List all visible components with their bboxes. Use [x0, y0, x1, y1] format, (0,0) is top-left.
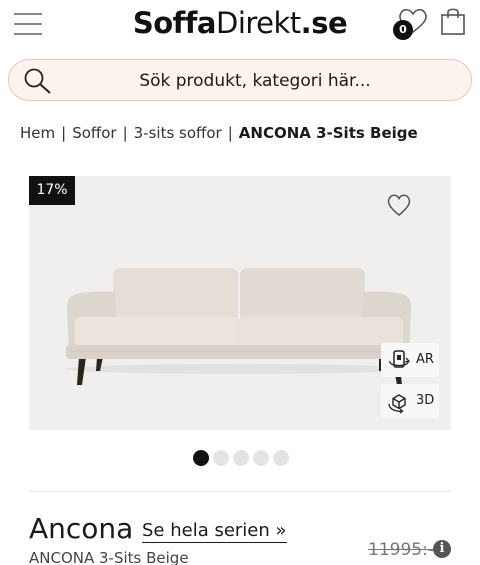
3d-cube-icon — [388, 394, 406, 414]
3d-view-button[interactable]: 3D — [381, 384, 439, 418]
favorite-heart-icon[interactable] — [386, 193, 412, 217]
cart-button[interactable] — [439, 6, 467, 36]
wishlist-count-badge: 0 — [393, 20, 413, 40]
carousel-dot[interactable] — [193, 450, 209, 466]
section-divider — [29, 491, 451, 492]
site-header: SoffaDirekt.se 0 — [0, 0, 480, 50]
breadcrumb-current: ANCONA 3-Sits Beige — [238, 124, 418, 142]
ar-phone-icon — [389, 350, 411, 368]
ar-view-button[interactable]: AR — [381, 343, 439, 377]
carousel-dot[interactable] — [253, 450, 269, 466]
shopping-bag-icon — [441, 8, 465, 35]
breadcrumb: Hem | Soffor | 3-sits soffor | ANCONA 3-Sits B… — [20, 124, 418, 142]
wishlist-button[interactable]: 0 — [393, 8, 431, 40]
search-icon[interactable] — [23, 67, 53, 95]
search-input[interactable]: Sök produkt, kategori här... — [69, 71, 441, 91]
carousel-dot[interactable] — [233, 450, 249, 466]
breadcrumb-separator: | — [227, 124, 233, 142]
3d-label: 3D — [416, 393, 435, 408]
discount-badge: 17% — [29, 176, 75, 205]
carousel-dot[interactable] — [273, 450, 289, 466]
info-icon[interactable]: i — [433, 540, 451, 558]
original-price: 11995:- — [368, 540, 434, 560]
product-subtitle: ANCONA 3-Sits Beige — [29, 549, 189, 565]
logo-part-se: .se — [300, 6, 348, 40]
breadcrumb-item-hem[interactable]: Hem — [20, 124, 55, 142]
logo-part-soffa: Soffa — [132, 6, 217, 40]
breadcrumb-separator: | — [122, 124, 128, 142]
product-name: Ancona — [29, 512, 134, 545]
search-bar[interactable]: Sök produkt, kategori här... — [8, 59, 472, 101]
logo-part-direkt: Direkt — [215, 6, 301, 40]
breadcrumb-item-3-sits-soffor[interactable]: 3-sits soffor — [134, 124, 222, 142]
carousel-dot[interactable] — [213, 450, 229, 466]
see-series-link[interactable]: Se hela serien » — [142, 520, 287, 543]
product-gallery[interactable]: 17% AR 3D — [29, 176, 451, 430]
sofa-product-image — [64, 268, 414, 385]
ar-label: AR — [416, 352, 434, 367]
breadcrumb-item-soffor[interactable]: Soffor — [72, 124, 116, 142]
breadcrumb-separator: | — [61, 124, 67, 142]
